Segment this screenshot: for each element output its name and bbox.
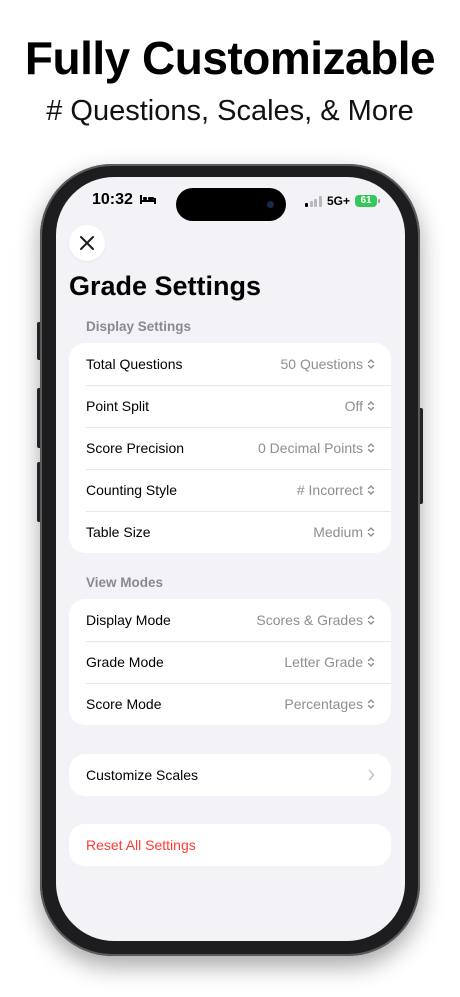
- setting-value: 50 Questions: [281, 356, 376, 372]
- chevron-up-down-icon: [367, 485, 375, 495]
- section-header-display-settings: Display Settings: [86, 319, 192, 334]
- setting-row-point-split[interactable]: Point Split Off: [69, 385, 391, 427]
- close-icon: [80, 236, 94, 250]
- setting-row-grade-mode[interactable]: Grade Mode Letter Grade: [69, 641, 391, 683]
- marketing-headline: Fully Customizable: [24, 32, 436, 84]
- chevron-up-down-icon: [367, 359, 375, 369]
- marketing-subheadline: # Questions, Scales, & More: [46, 95, 414, 127]
- close-button[interactable]: [69, 225, 105, 261]
- setting-value-text: Off: [344, 398, 363, 414]
- battery-icon: 61: [355, 195, 380, 207]
- setting-value: Scores & Grades: [256, 612, 375, 628]
- chevron-up-down-icon: [367, 657, 375, 667]
- dynamic-island: [176, 188, 286, 221]
- chevron-up-down-icon: [367, 699, 375, 709]
- setting-row-counting-style[interactable]: Counting Style # Incorrect: [69, 469, 391, 511]
- setting-value-text: # Incorrect: [296, 482, 363, 498]
- setting-row-table-size[interactable]: Table Size Medium: [69, 511, 391, 553]
- setting-label: Score Mode: [86, 696, 162, 712]
- chevron-up-down-icon: [367, 615, 375, 625]
- setting-value-text: 50 Questions: [280, 356, 364, 372]
- setting-label: Total Questions: [86, 356, 183, 372]
- sleep-focus-icon: [140, 195, 157, 205]
- setting-value: # Incorrect: [297, 482, 375, 498]
- section-header-view-modes: View Modes: [86, 575, 164, 590]
- display-settings-card: Total Questions 50 Questions Point Split…: [69, 343, 391, 553]
- setting-value-text: Medium: [313, 524, 363, 540]
- setting-value-text: 0 Decimal Points: [257, 440, 363, 456]
- chevron-up-down-icon: [367, 527, 375, 537]
- setting-value: Percentages: [284, 696, 375, 712]
- view-modes-card: Display Mode Scores & Grades Grade Mode …: [69, 599, 391, 725]
- setting-label: Display Mode: [86, 612, 171, 628]
- setting-label: Grade Mode: [86, 654, 164, 670]
- reset-all-settings-button[interactable]: Reset All Settings: [69, 824, 391, 866]
- chevron-right-icon: [368, 769, 375, 781]
- customize-scales-label: Customize Scales: [86, 767, 199, 783]
- setting-value-text: Letter Grade: [284, 654, 363, 670]
- chevron-up-down-icon: [367, 401, 375, 411]
- setting-row-score-mode[interactable]: Score Mode Percentages: [69, 683, 391, 725]
- setting-label: Counting Style: [86, 482, 178, 498]
- page-title: Grade Settings: [69, 271, 262, 301]
- customize-scales-row[interactable]: Customize Scales: [69, 754, 391, 796]
- reset-card: Reset All Settings: [69, 824, 391, 866]
- setting-value-text: Percentages: [284, 696, 363, 712]
- setting-value: Off: [345, 398, 375, 414]
- cellular-signal-icon: [305, 195, 322, 207]
- setting-row-total-questions[interactable]: Total Questions 50 Questions: [69, 343, 391, 385]
- status-time-text: 10:32: [92, 191, 133, 208]
- status-bar-time: 10:32: [92, 191, 157, 209]
- setting-value: 0 Decimal Points: [258, 440, 375, 456]
- camera-icon: [267, 201, 274, 208]
- setting-value-text: Scores & Grades: [256, 612, 363, 628]
- chevron-up-down-icon: [367, 443, 375, 453]
- setting-label: Table Size: [86, 524, 151, 540]
- battery-level: 61: [360, 195, 372, 206]
- setting-row-score-precision[interactable]: Score Precision 0 Decimal Points: [69, 427, 391, 469]
- customize-scales-card: Customize Scales: [69, 754, 391, 796]
- setting-label: Point Split: [86, 398, 150, 414]
- setting-value: Medium: [313, 524, 375, 540]
- setting-value: Letter Grade: [284, 654, 375, 670]
- network-type: 5G+: [326, 194, 350, 208]
- reset-all-settings-label: Reset All Settings: [86, 837, 196, 853]
- status-bar-right: 5G+ 61: [305, 194, 380, 208]
- phone-screen: 10:32 5G+ 61 Grade Settings Display Sett…: [56, 177, 405, 941]
- setting-label: Score Precision: [86, 440, 185, 456]
- setting-row-display-mode[interactable]: Display Mode Scores & Grades: [69, 599, 391, 641]
